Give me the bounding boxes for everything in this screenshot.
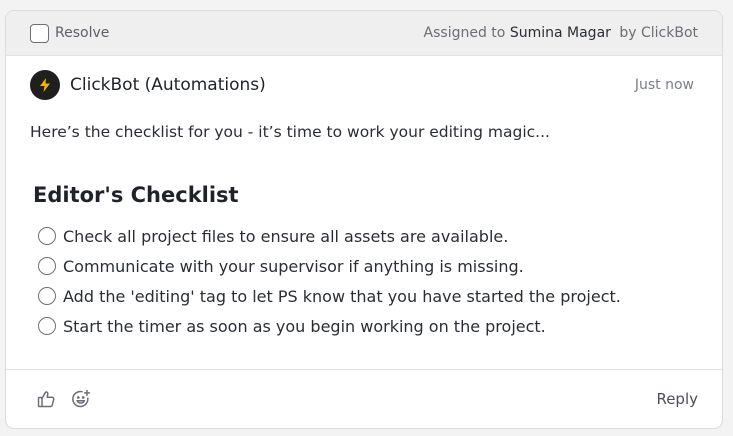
checklist-radio[interactable]	[38, 257, 56, 275]
add-reaction-icon	[72, 389, 91, 408]
resolve-label[interactable]: Resolve	[55, 25, 109, 41]
avatar[interactable]	[30, 70, 60, 100]
comment-message: Here’s the checklist for you - it’s time…	[30, 123, 550, 141]
lightning-icon	[40, 78, 50, 92]
like-button[interactable]	[34, 387, 58, 411]
checklist-item: Start the timer as soon as you begin wor…	[38, 311, 722, 341]
author-name[interactable]: ClickBot (Automations)	[70, 75, 266, 95]
checklist-item: Check all project files to ensure all as…	[38, 221, 722, 251]
comment-footer: Reply	[6, 369, 722, 428]
checklist-title: Editor's Checklist	[33, 183, 239, 207]
timestamp: Just now	[634, 77, 694, 93]
checklist-item: Communicate with your supervisor if anyt…	[38, 251, 722, 281]
assignment-info: Assigned to Sumina Magar by ClickBot	[424, 25, 698, 41]
reply-button[interactable]: Reply	[656, 390, 698, 408]
checklist: Check all project files to ensure all as…	[6, 207, 722, 341]
comment-topbar: Resolve Assigned to Sumina Magar by Clic…	[6, 11, 722, 56]
assignee-name[interactable]: Sumina Magar	[510, 25, 611, 41]
thumbs-up-icon	[37, 391, 55, 408]
checklist-radio[interactable]	[38, 287, 56, 305]
assigned-prefix: Assigned to	[423, 25, 506, 41]
checklist-item-text: Check all project files to ensure all as…	[63, 226, 509, 246]
comment-header: ClickBot (Automations) Just now	[6, 56, 722, 101]
comment-card: Resolve Assigned to Sumina Magar by Clic…	[5, 10, 723, 429]
checklist-item-text: Add the 'editing' tag to let PS know tha…	[63, 286, 621, 306]
checklist-item: Add the 'editing' tag to let PS know tha…	[38, 281, 722, 311]
add-reaction-button[interactable]	[69, 387, 93, 411]
checklist-radio[interactable]	[38, 227, 56, 245]
checklist-radio[interactable]	[38, 317, 56, 335]
checklist-item-text: Start the timer as soon as you begin wor…	[63, 316, 546, 336]
assigned-by: by ClickBot	[619, 25, 698, 41]
checklist-item-text: Communicate with your supervisor if anyt…	[63, 256, 524, 276]
resolve-checkbox[interactable]	[30, 23, 49, 43]
